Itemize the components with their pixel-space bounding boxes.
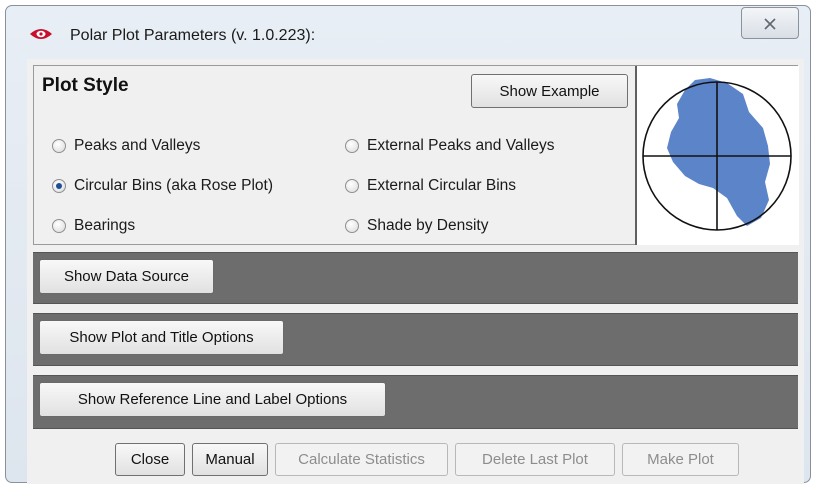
dialog-content: Plot Style Show Example Peaks and Valley…	[27, 59, 804, 484]
reference-line-options-section: Show Reference Line and Label Options	[33, 375, 798, 429]
radio-label: Peaks and Valleys	[74, 137, 201, 154]
app-eye-icon	[30, 29, 52, 39]
radio-label: External Peaks and Valleys	[367, 137, 555, 154]
close-icon	[764, 18, 776, 30]
title-bar[interactable]: Polar Plot Parameters (v. 1.0.223):	[6, 6, 810, 60]
delete-last-plot-button[interactable]: Delete Last Plot	[455, 443, 615, 476]
show-example-button[interactable]: Show Example	[471, 74, 628, 108]
show-reference-line-options-button[interactable]: Show Reference Line and Label Options	[39, 382, 386, 417]
radio-peaks-and-valleys[interactable]: Peaks and Valleys	[52, 136, 200, 156]
plot-style-heading: Plot Style	[42, 75, 129, 96]
manual-button[interactable]: Manual	[192, 443, 268, 476]
show-data-source-button[interactable]: Show Data Source	[39, 259, 214, 294]
radio-external-circular-bins[interactable]: External Circular Bins	[345, 176, 516, 196]
data-source-section: Show Data Source	[33, 252, 798, 304]
plot-example-preview	[635, 66, 799, 245]
make-plot-button[interactable]: Make Plot	[622, 443, 739, 476]
radio-label: External Circular Bins	[367, 177, 517, 194]
plot-style-panel: Plot Style Show Example Peaks and Valley…	[33, 65, 799, 245]
close-window-button[interactable]	[741, 7, 799, 39]
radio-button-icon	[345, 139, 359, 153]
radio-button-icon	[345, 219, 359, 233]
dialog-window: Polar Plot Parameters (v. 1.0.223): Plot…	[5, 5, 811, 484]
radio-button-icon	[52, 219, 66, 233]
radio-button-selected-icon	[52, 179, 66, 193]
radio-bearings[interactable]: Bearings	[52, 216, 135, 236]
plot-title-options-section: Show Plot and Title Options	[33, 313, 798, 366]
radio-label: Shade by Density	[367, 217, 489, 234]
window-title: Polar Plot Parameters (v. 1.0.223):	[70, 27, 316, 44]
rose-plot-preview-icon	[642, 78, 792, 231]
radio-button-icon	[345, 179, 359, 193]
calculate-statistics-button[interactable]: Calculate Statistics	[275, 443, 448, 476]
radio-circular-bins[interactable]: Circular Bins (aka Rose Plot)	[52, 176, 273, 196]
radio-button-icon	[52, 139, 66, 153]
radio-shade-by-density[interactable]: Shade by Density	[345, 216, 489, 236]
radio-external-peaks-and-valleys[interactable]: External Peaks and Valleys	[345, 136, 555, 156]
close-button[interactable]: Close	[115, 443, 185, 476]
radio-label: Circular Bins (aka Rose Plot)	[74, 177, 273, 194]
show-plot-title-options-button[interactable]: Show Plot and Title Options	[39, 320, 284, 355]
radio-label: Bearings	[74, 217, 136, 234]
